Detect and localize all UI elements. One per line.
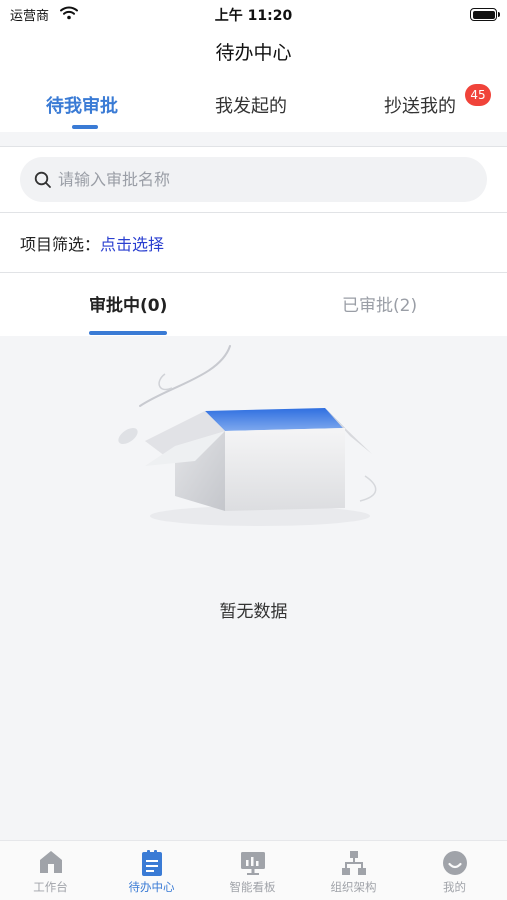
divider: [0, 212, 507, 213]
tab-todo-center[interactable]: 待办中心: [101, 841, 202, 900]
empty-box-illustration: [118, 345, 377, 526]
list-content: 暂无数据: [0, 336, 507, 840]
tab-initiated-by-me[interactable]: 我发起的: [215, 92, 287, 118]
page-title: 待办中心: [215, 42, 292, 64]
tab-label: 智能看板: [229, 880, 276, 894]
home-icon: [40, 851, 62, 873]
tab-smart-dashboard[interactable]: 智能看板: [202, 841, 303, 900]
section-divider: [0, 132, 507, 146]
clipboard-icon: [142, 850, 162, 876]
tab-label: 组织架构: [330, 880, 377, 894]
battery-icon: [470, 8, 500, 21]
active-tab-indicator: [72, 125, 98, 129]
dashboard-icon: [241, 852, 265, 875]
search-input[interactable]: [58, 157, 478, 202]
empty-state-text: 暂无数据: [219, 602, 288, 622]
tab-org-structure[interactable]: 组织架构: [303, 841, 404, 900]
filter-label: 项目筛选：: [20, 235, 101, 254]
top-tab-bar: 待我审批 我发起的 抄送我的: [0, 80, 507, 132]
status-tab-bar: 审批中(0) 已审批(2): [0, 273, 507, 336]
bottom-tab-bar: 工作台 待办中心 智能看板 组织架构 我的: [0, 840, 507, 900]
smile-icon: [443, 851, 467, 875]
divider: [0, 146, 507, 147]
status-time: 上午 11:20: [214, 8, 293, 24]
org-chart-icon: [342, 851, 366, 875]
tab-label: 我的: [443, 880, 466, 894]
active-subtab-indicator: [89, 331, 167, 335]
project-filter: 项目筛选：点击选择: [20, 231, 164, 255]
tab-pending-approval[interactable]: 待我审批: [46, 92, 118, 118]
filter-select-link[interactable]: 点击选择: [100, 235, 164, 254]
tab-workbench[interactable]: 工作台: [0, 841, 101, 900]
status-bar: 运营商 上午 11:20: [0, 0, 507, 30]
tab-approved[interactable]: 已审批(2): [342, 291, 417, 316]
tab-mine[interactable]: 我的: [404, 841, 505, 900]
search-box[interactable]: [20, 157, 487, 202]
tab-label: 待办中心: [128, 880, 175, 894]
tab-cc-to-me[interactable]: 抄送我的: [384, 92, 456, 118]
tab-label: 工作台: [33, 880, 68, 894]
cc-count-badge: 45: [465, 84, 491, 106]
search-icon: [34, 171, 51, 188]
tab-in-approval[interactable]: 审批中(0): [89, 291, 167, 316]
